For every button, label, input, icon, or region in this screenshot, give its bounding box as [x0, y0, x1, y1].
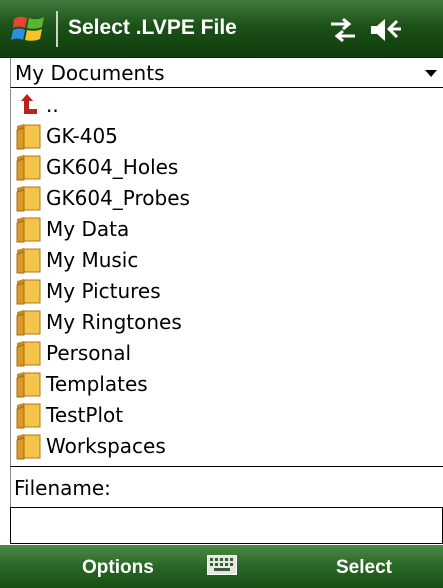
- folder-icon: [15, 122, 43, 150]
- list-item[interactable]: My Ringtones: [11, 306, 443, 337]
- folder-icon: [15, 308, 43, 336]
- list-item-label: Workspaces: [46, 434, 166, 458]
- list-item[interactable]: GK-405: [11, 120, 443, 151]
- list-item[interactable]: My Pictures: [11, 275, 443, 306]
- folder-icon: [15, 370, 43, 398]
- list-item-label: Personal: [46, 341, 132, 365]
- softkey-bar: Options Select: [0, 545, 443, 588]
- window-title: Select .LVPE File: [68, 16, 237, 39]
- folder-dropdown-value: My Documents: [15, 61, 165, 85]
- list-item-label: GK-405: [46, 124, 118, 148]
- select-softkey[interactable]: Select: [336, 556, 392, 580]
- folder-icon: [15, 432, 43, 460]
- filename-label-row: Filename:: [10, 466, 443, 507]
- dropdown-arrow-icon[interactable]: [425, 70, 437, 77]
- file-list[interactable]: .. GK-405 GK604_Holes GK604_Probes My Data My…: [10, 89, 443, 466]
- list-item[interactable]: My Data: [11, 213, 443, 244]
- folder-icon: [15, 215, 43, 243]
- folder-icon: [15, 246, 43, 274]
- filename-label: Filename:: [14, 476, 111, 500]
- list-item-label: TestPlot: [46, 403, 124, 427]
- list-item-label: My Pictures: [46, 279, 161, 303]
- windows-flag-icon[interactable]: [10, 10, 48, 48]
- folder-icon: [15, 153, 43, 181]
- list-item[interactable]: TestPlot: [11, 399, 443, 430]
- list-item-label: GK604_Holes: [46, 155, 179, 179]
- list-item[interactable]: My Music: [11, 244, 443, 275]
- list-item-label: Templates: [46, 372, 148, 396]
- list-item[interactable]: Workspaces: [11, 430, 443, 461]
- folder-icon: [15, 277, 43, 305]
- keyboard-icon[interactable]: [207, 555, 237, 575]
- list-item[interactable]: Templates: [11, 368, 443, 399]
- list-item[interactable]: Personal: [11, 337, 443, 368]
- title-separator: [56, 11, 58, 47]
- title-bar: Select .LVPE File: [0, 0, 443, 58]
- parent-folder-item[interactable]: ..: [11, 89, 443, 120]
- options-softkey[interactable]: Options: [82, 556, 154, 580]
- list-item[interactable]: GK604_Probes: [11, 182, 443, 213]
- list-item[interactable]: GK604_Holes: [11, 151, 443, 182]
- list-item-label: ..: [46, 93, 59, 117]
- filename-input[interactable]: [10, 507, 443, 544]
- folder-icon: [15, 401, 43, 429]
- folder-icon: [15, 184, 43, 212]
- list-item-label: My Music: [46, 248, 139, 272]
- list-item-label: My Data: [46, 217, 130, 241]
- list-item-label: GK604_Probes: [46, 186, 190, 210]
- up-arrow-icon: [15, 91, 43, 119]
- folder-dropdown[interactable]: My Documents: [10, 58, 443, 88]
- connectivity-icon[interactable]: [327, 17, 359, 43]
- list-item-label: My Ringtones: [46, 310, 182, 334]
- folder-icon: [15, 339, 43, 367]
- volume-icon[interactable]: [369, 17, 403, 43]
